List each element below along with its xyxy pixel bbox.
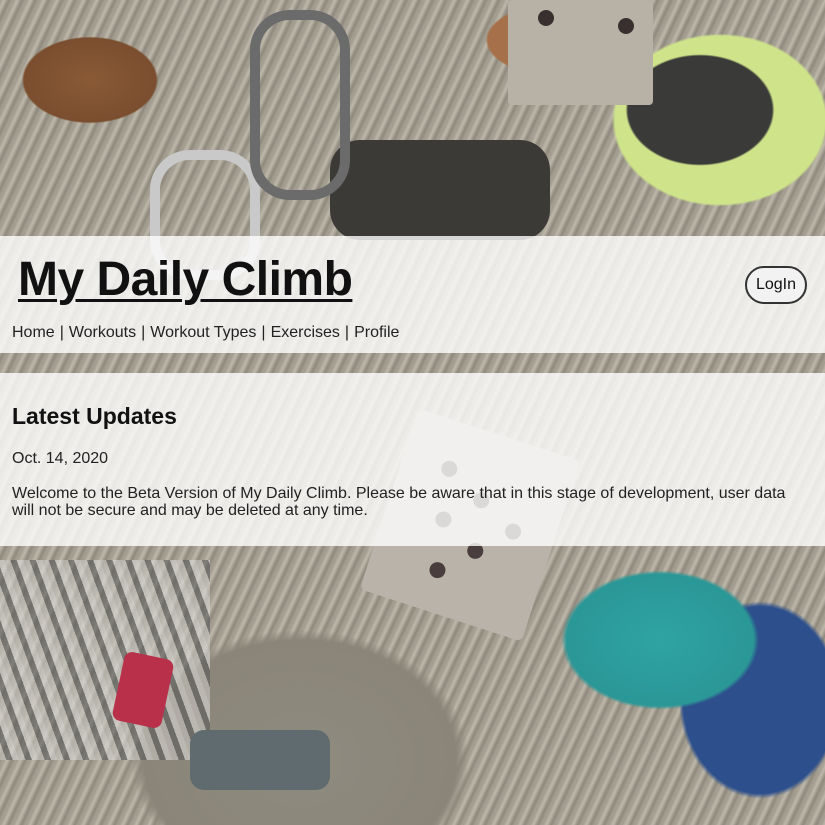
harness-strap xyxy=(190,730,330,790)
nav-separator: | xyxy=(344,324,350,341)
hangboard-block xyxy=(508,0,653,105)
main-nav: Home | Workouts | Workout Types | Exercises | Pr… xyxy=(12,324,399,342)
nav-profile[interactable]: Profile xyxy=(354,324,399,341)
update-date: Oct. 14, 2020 xyxy=(12,450,109,467)
nav-separator: | xyxy=(261,324,266,341)
nav-separator: | xyxy=(59,324,64,341)
nav-home[interactable]: Home xyxy=(12,324,55,341)
nav-separator: | xyxy=(141,324,146,341)
latest-updates-panel: Latest Updates Oct. 14, 2020 Welcome to … xyxy=(0,373,825,546)
climbing-shoe xyxy=(330,140,550,240)
update-message: Welcome to the Beta Version of My Daily … xyxy=(12,485,786,519)
quickdraws xyxy=(0,560,210,760)
site-header: My Daily Climb LogIn Home | Workouts | Worko… xyxy=(0,236,825,353)
login-button[interactable]: LogIn xyxy=(745,266,807,304)
nav-exercises[interactable]: Exercises xyxy=(271,324,340,341)
site-title-link[interactable]: My Daily Climb xyxy=(18,253,353,307)
nav-workouts[interactable]: Workouts xyxy=(69,324,136,341)
nav-workout-types[interactable]: Workout Types xyxy=(150,324,256,341)
updates-heading: Latest Updates xyxy=(12,403,177,429)
carabiner xyxy=(250,10,350,200)
